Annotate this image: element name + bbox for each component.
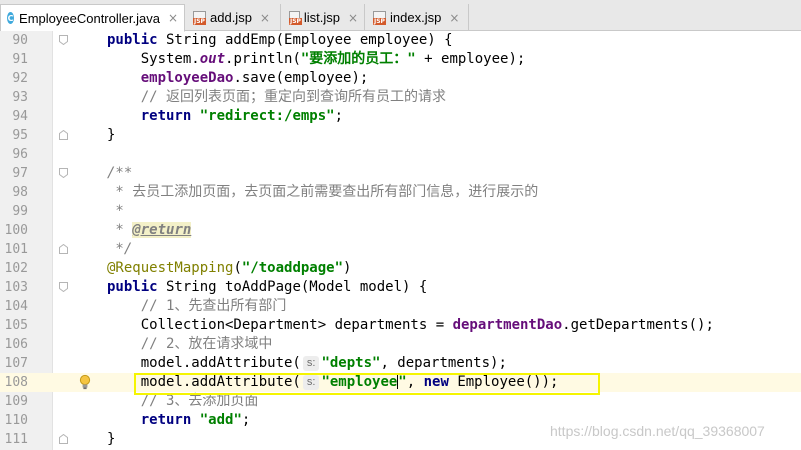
tab-label: index.jsp xyxy=(390,10,442,25)
line-number: 91 xyxy=(12,52,28,67)
line-number: 105 xyxy=(4,318,28,333)
jsp-file-icon: JSP xyxy=(373,11,386,25)
line-number: 94 xyxy=(12,109,28,124)
code-text: */ xyxy=(107,241,133,257)
lightbulb-icon[interactable] xyxy=(79,374,91,390)
code-line-90[interactable]: 90 public String addEmp(Employee employe… xyxy=(0,31,801,50)
code-line-99[interactable]: 99 * xyxy=(0,202,801,221)
tab-list-jsp[interactable]: JSP list.jsp × xyxy=(281,4,365,31)
close-icon[interactable]: × xyxy=(168,11,178,25)
code-text: Collection<Department> departments = dep… xyxy=(107,317,714,333)
fold-end-icon[interactable] xyxy=(59,244,68,254)
code-line-97[interactable]: 97 /** xyxy=(0,164,801,183)
close-icon[interactable]: × xyxy=(260,11,270,25)
code-text: public String toAddPage(Model model) { xyxy=(107,279,428,295)
highlight-box xyxy=(134,373,600,395)
parameter-hint: s: xyxy=(302,356,320,371)
tab-add-jsp[interactable]: JSP add.jsp × xyxy=(185,4,281,31)
line-number: 111 xyxy=(4,432,28,447)
code-line-98[interactable]: 98 * 去员工添加页面，去页面之前需要查出所有部门信息，进行展示的 xyxy=(0,183,801,202)
line-number: 96 xyxy=(12,147,28,162)
code-text: // 返回列表页面；重定向到查询所有员工的请求 xyxy=(140,89,447,105)
fold-icon[interactable] xyxy=(59,282,68,292)
code-text: } xyxy=(107,127,116,143)
line-number: 106 xyxy=(4,337,28,352)
line-number: 101 xyxy=(4,242,28,257)
tab-label: add.jsp xyxy=(210,10,252,25)
code-line-101[interactable]: 101 */ xyxy=(0,240,801,259)
line-number: 103 xyxy=(4,280,28,295)
code-text: * 去员工添加页面，去页面之前需要查出所有部门信息，进行展示的 xyxy=(107,184,539,200)
code-line-94[interactable]: 94 return "redirect:/emps"; xyxy=(0,107,801,126)
line-number: 102 xyxy=(4,261,28,276)
code-text: employeeDao.save(employee); xyxy=(140,70,369,86)
code-line-95[interactable]: 95 } xyxy=(0,126,801,145)
code-line-92[interactable]: 92 employeeDao.save(employee); xyxy=(0,69,801,88)
line-number: 98 xyxy=(12,185,28,200)
line-number: 100 xyxy=(4,223,28,238)
line-number: 90 xyxy=(12,33,28,48)
code-text: /** xyxy=(107,165,133,181)
code-text: * xyxy=(107,203,124,219)
line-number: 92 xyxy=(12,71,28,86)
line-number: 93 xyxy=(12,90,28,105)
jsp-file-icon: JSP xyxy=(193,11,206,25)
code-line-107[interactable]: 107 model.addAttribute(s: "depts", depart… xyxy=(0,354,801,373)
code-text: model.addAttribute(s: "depts", department… xyxy=(107,355,507,371)
line-number: 108 xyxy=(4,375,28,390)
watermark: https://blog.csdn.net/qq_39368007 xyxy=(550,423,765,439)
code-line-100[interactable]: 100 * @return xyxy=(0,221,801,240)
line-number: 99 xyxy=(12,204,28,219)
code-line-102[interactable]: 102 @RequestMapping("/toaddpage") xyxy=(0,259,801,278)
code-line-96[interactable]: 96 xyxy=(0,145,801,164)
code-text: } xyxy=(107,431,116,447)
code-text: @RequestMapping("/toaddpage") xyxy=(107,260,352,276)
fold-icon[interactable] xyxy=(59,35,68,45)
fold-icon[interactable] xyxy=(59,168,68,178)
tab-index-jsp[interactable]: JSP index.jsp × xyxy=(365,4,469,31)
tab-label: EmployeeController.java xyxy=(19,10,160,26)
code-text: * @return xyxy=(107,222,192,238)
code-text: public String addEmp(Employee employee) … xyxy=(107,32,453,48)
code-text: System.out.println("要添加的员工：" + employee)… xyxy=(107,51,526,67)
code-text: return "add"; xyxy=(140,412,251,428)
tab-label: list.jsp xyxy=(303,10,340,25)
close-icon[interactable]: × xyxy=(348,11,358,25)
line-number: 107 xyxy=(4,356,28,371)
line-number: 110 xyxy=(4,413,28,428)
code-line-93[interactable]: 93 // 返回列表页面；重定向到查询所有员工的请求 xyxy=(0,88,801,107)
code-line-103[interactable]: 103 public String toAddPage(Model model)… xyxy=(0,278,801,297)
code-text: // 1、先查出所有部门 xyxy=(140,298,287,314)
close-icon[interactable]: × xyxy=(449,11,459,25)
java-class-icon: C xyxy=(7,12,15,24)
fold-end-icon[interactable] xyxy=(59,434,68,444)
code-text: return "redirect:/emps"; xyxy=(140,108,344,124)
jsp-file-icon: JSP xyxy=(289,11,302,25)
line-number: 109 xyxy=(4,394,28,409)
line-number: 104 xyxy=(4,299,28,314)
tab-employeecontroller[interactable]: C EmployeeController.java × xyxy=(0,4,185,32)
code-line-104[interactable]: 104 // 1、先查出所有部门 xyxy=(0,297,801,316)
code-line-106[interactable]: 106 // 2、放在请求域中 xyxy=(0,335,801,354)
code-line-105[interactable]: 105 Collection<Department> departments =… xyxy=(0,316,801,335)
line-number: 97 xyxy=(12,166,28,181)
code-text: // 2、放在请求域中 xyxy=(140,336,273,352)
code-line-91[interactable]: 91 System.out.println("要添加的员工：" + employ… xyxy=(0,50,801,69)
line-number: 95 xyxy=(12,128,28,143)
fold-end-icon[interactable] xyxy=(59,130,68,140)
editor-tab-bar: C EmployeeController.java × JSP add.jsp … xyxy=(0,0,801,32)
